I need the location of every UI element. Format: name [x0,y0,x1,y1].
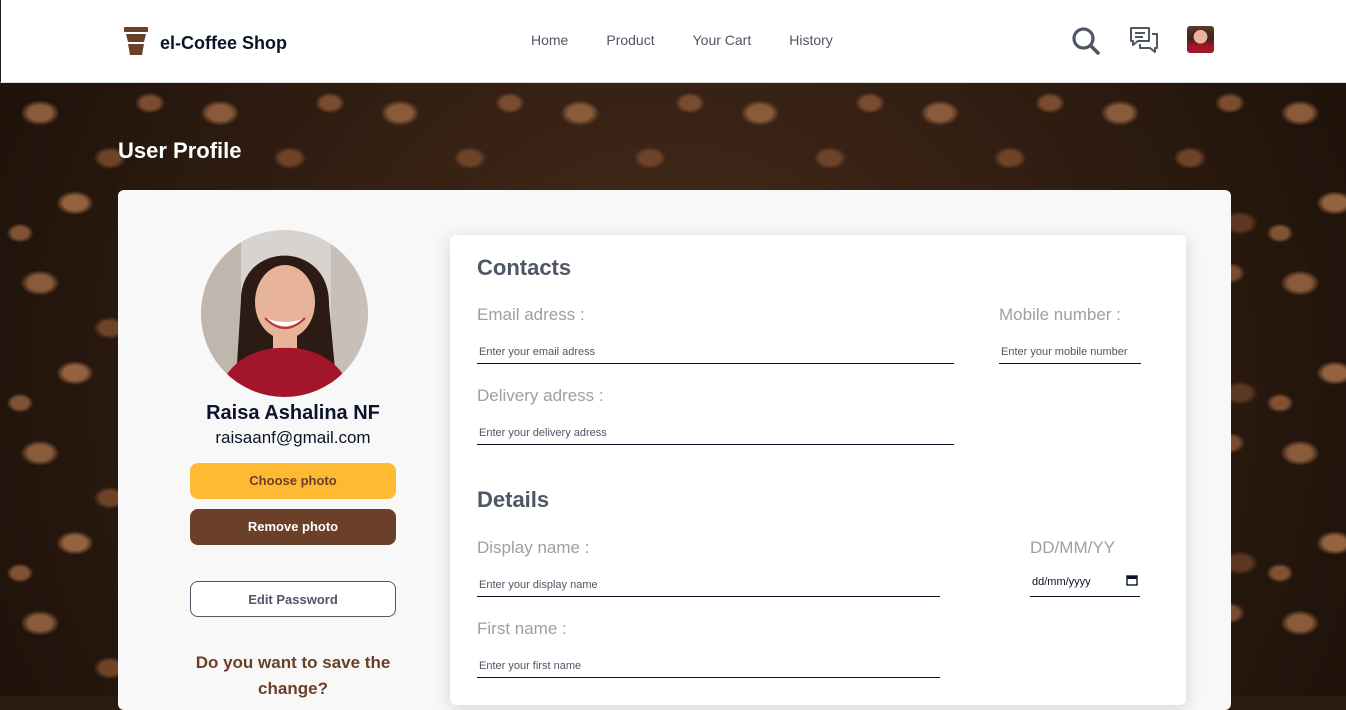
coffee-cup-icon [122,25,150,62]
user-name: Raisa Ashalina NF [206,402,380,424]
nav-link-product[interactable]: Product [606,32,654,48]
navbar: el-Coffee Shop Home Product Your Cart Hi… [0,0,1346,83]
delivery-field[interactable] [477,421,954,445]
display-name-label: Display name : [477,538,590,557]
nav-link-history[interactable]: History [789,32,833,48]
first-name-label: First name : [477,619,567,638]
brand[interactable]: el-Coffee Shop [122,25,287,62]
remove-photo-button[interactable]: Remove photo [190,509,396,545]
email-label: Email adress : [477,305,585,324]
user-avatar[interactable] [1187,26,1214,53]
email-field[interactable] [477,340,954,364]
nav-link-cart[interactable]: Your Cart [693,32,752,48]
search-icon[interactable] [1071,26,1101,61]
choose-photo-button[interactable]: Choose photo [190,463,396,499]
delivery-label: Delivery adress : [477,386,604,405]
date-label: DD/MM/YY [1030,538,1115,557]
profile-photo [201,230,368,397]
date-field[interactable]: dd/mm/yyyy [1030,567,1140,597]
nav-link-home[interactable]: Home [531,32,568,48]
profile-card: Raisa Ashalina NF raisaanf@gmail.com Cho… [118,190,1231,710]
contacts-title: Contacts [477,255,572,280]
display-name-field[interactable] [477,573,940,597]
calendar-icon[interactable] [1126,574,1138,589]
first-name-field[interactable] [477,654,940,678]
details-title: Details [477,487,550,512]
nav-links: Home Product Your Cart History [531,32,871,48]
date-placeholder: dd/mm/yyyy [1032,575,1091,588]
mobile-field[interactable] [999,340,1141,364]
page-title: User Profile [118,138,242,163]
chat-icon[interactable] [1128,25,1160,60]
user-email: raisaanf@gmail.com [215,428,371,447]
edit-password-button[interactable]: Edit Password [190,581,396,617]
contacts-panel: Contacts Email adress : Mobile number : … [450,235,1186,705]
mobile-label: Mobile number : [999,305,1121,324]
brand-name: el-Coffee Shop [160,33,288,53]
save-question: Do you want to save the change? [195,653,391,698]
